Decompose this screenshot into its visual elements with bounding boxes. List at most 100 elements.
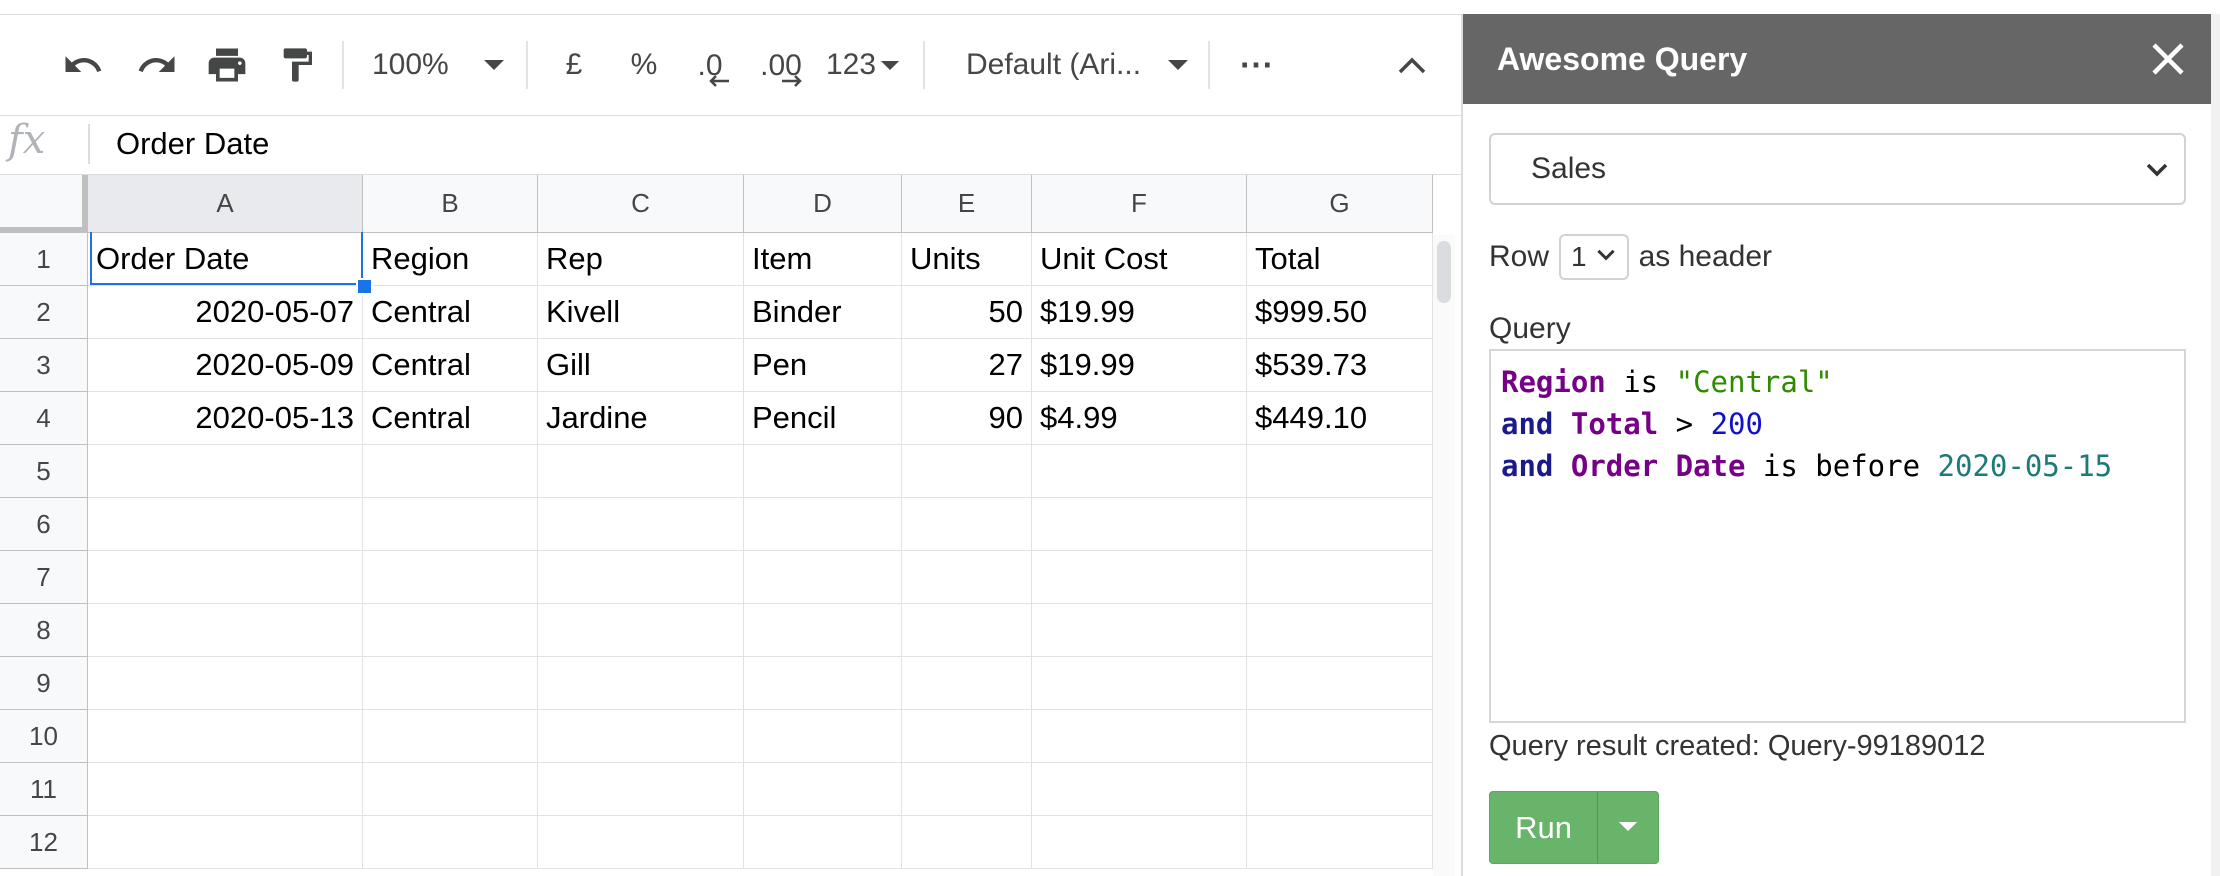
- row-header[interactable]: 11: [0, 763, 88, 816]
- query-editor[interactable]: Region is "Central" and Total > 200 and …: [1489, 349, 2186, 723]
- row-header[interactable]: 7: [0, 551, 88, 604]
- column-header-c[interactable]: C: [538, 175, 744, 233]
- cell[interactable]: $19.99: [1032, 339, 1247, 392]
- decrease-decimal-button[interactable]: .0: [688, 15, 732, 115]
- cell[interactable]: [1247, 445, 1433, 498]
- header-row-select[interactable]: 1: [1559, 234, 1629, 280]
- cell[interactable]: [902, 710, 1032, 763]
- cell[interactable]: [902, 816, 1032, 869]
- cell[interactable]: [902, 551, 1032, 604]
- cell[interactable]: Order Date: [88, 233, 363, 286]
- cell[interactable]: [88, 551, 363, 604]
- cell[interactable]: [1032, 551, 1247, 604]
- cell[interactable]: Units: [902, 233, 1032, 286]
- paint-format-icon[interactable]: [272, 15, 322, 115]
- cell[interactable]: [1247, 551, 1433, 604]
- cell[interactable]: [363, 657, 538, 710]
- increase-decimal-button[interactable]: .00: [756, 15, 806, 115]
- row-header[interactable]: 6: [0, 498, 88, 551]
- cell[interactable]: Central: [363, 392, 538, 445]
- column-header-g[interactable]: G: [1247, 175, 1433, 233]
- cell[interactable]: [538, 498, 744, 551]
- cell[interactable]: [538, 657, 744, 710]
- run-options-button[interactable]: [1598, 792, 1658, 863]
- column-header-d[interactable]: D: [744, 175, 902, 233]
- cell[interactable]: [88, 763, 363, 816]
- cell[interactable]: Unit Cost: [1032, 233, 1247, 286]
- row-header[interactable]: 9: [0, 657, 88, 710]
- vertical-scrollbar[interactable]: [1433, 235, 1455, 876]
- cell[interactable]: [88, 498, 363, 551]
- row-header[interactable]: 1: [0, 233, 88, 286]
- cell[interactable]: Jardine: [538, 392, 744, 445]
- cell[interactable]: $4.99: [1032, 392, 1247, 445]
- close-icon[interactable]: [2148, 39, 2188, 79]
- row-header[interactable]: 3: [0, 339, 88, 392]
- cell[interactable]: [1247, 498, 1433, 551]
- cell[interactable]: [744, 551, 902, 604]
- cell[interactable]: 2020-05-09: [88, 339, 363, 392]
- collapse-toolbar-icon[interactable]: [1392, 15, 1432, 115]
- row-header[interactable]: 2: [0, 286, 88, 339]
- cell[interactable]: 27: [902, 339, 1032, 392]
- column-header-b[interactable]: B: [363, 175, 538, 233]
- cell[interactable]: [1247, 816, 1433, 869]
- cell[interactable]: [1032, 604, 1247, 657]
- cell[interactable]: 50: [902, 286, 1032, 339]
- cell[interactable]: [538, 763, 744, 816]
- cell[interactable]: [744, 763, 902, 816]
- cell[interactable]: [744, 710, 902, 763]
- cell[interactable]: Pen: [744, 339, 902, 392]
- cell[interactable]: [363, 816, 538, 869]
- cell[interactable]: [538, 710, 744, 763]
- cell[interactable]: [1247, 657, 1433, 710]
- fill-handle[interactable]: [356, 278, 373, 295]
- cell[interactable]: [1247, 604, 1433, 657]
- cell[interactable]: Central: [363, 339, 538, 392]
- row-header[interactable]: 10: [0, 710, 88, 763]
- cell[interactable]: [1247, 710, 1433, 763]
- redo-icon[interactable]: [132, 15, 182, 115]
- cell[interactable]: [363, 604, 538, 657]
- cell[interactable]: Region: [363, 233, 538, 286]
- cell[interactable]: [1032, 498, 1247, 551]
- cell[interactable]: [363, 498, 538, 551]
- cell[interactable]: [1032, 445, 1247, 498]
- undo-icon[interactable]: [58, 15, 108, 115]
- row-header[interactable]: 8: [0, 604, 88, 657]
- column-header-a[interactable]: A: [88, 175, 363, 233]
- cell[interactable]: [902, 498, 1032, 551]
- cell[interactable]: [1032, 710, 1247, 763]
- panel-scrollbar[interactable]: [2211, 14, 2220, 876]
- cell[interactable]: [538, 604, 744, 657]
- more-options-button[interactable]: ⋯: [1236, 15, 1276, 115]
- formula-input[interactable]: Order Date: [116, 124, 269, 164]
- row-header[interactable]: 12: [0, 816, 88, 869]
- cell[interactable]: [88, 657, 363, 710]
- cell[interactable]: [1032, 816, 1247, 869]
- cell[interactable]: 90: [902, 392, 1032, 445]
- select-all-corner[interactable]: [0, 175, 88, 233]
- cell[interactable]: [363, 551, 538, 604]
- row-header[interactable]: 5: [0, 445, 88, 498]
- cell[interactable]: [902, 445, 1032, 498]
- cell[interactable]: Item: [744, 233, 902, 286]
- zoom-select[interactable]: 100%: [372, 15, 512, 115]
- font-select[interactable]: Default (Ari...: [966, 15, 1190, 115]
- cell[interactable]: [88, 816, 363, 869]
- cell[interactable]: [538, 445, 744, 498]
- cell[interactable]: [363, 763, 538, 816]
- cell[interactable]: [538, 816, 744, 869]
- row-header[interactable]: 4: [0, 392, 88, 445]
- more-formats-button[interactable]: 123: [826, 15, 906, 115]
- cell[interactable]: [1032, 657, 1247, 710]
- cell[interactable]: $999.50: [1247, 286, 1433, 339]
- cell[interactable]: Central: [363, 286, 538, 339]
- cell[interactable]: [744, 816, 902, 869]
- cell[interactable]: [363, 710, 538, 763]
- cell[interactable]: [744, 445, 902, 498]
- cell[interactable]: Pencil: [744, 392, 902, 445]
- sheet-select[interactable]: Sales: [1489, 133, 2186, 205]
- cell[interactable]: [744, 604, 902, 657]
- cell[interactable]: [902, 763, 1032, 816]
